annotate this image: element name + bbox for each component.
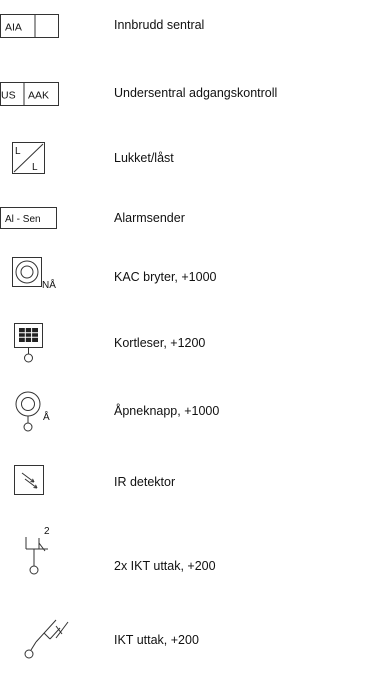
legend-row-ir-detektor: IR detektor [0, 465, 376, 499]
undersentral-symbol-text-left: US [1, 90, 16, 102]
2x-ikt-uttak-label: 2x IKT uttak, +200 [114, 559, 216, 573]
lukket-last-symbol-text-top: L [15, 146, 21, 157]
ir-detektor-label: IR detektor [114, 475, 176, 489]
legend-row-innbrudd-sentral: AIA Innbrudd sentral [0, 8, 376, 44]
legend-row-alarmsender: Al - Sen Alarmsender [0, 206, 376, 236]
legend-row-ikt-uttak: IKT uttak, +200 [0, 610, 376, 666]
kortleser-label: Kortleser, +1200 [114, 336, 206, 350]
ikt-uttak-label: IKT uttak, +200 [114, 633, 199, 647]
innbrudd-sentral-symbol-text: AIA [5, 22, 22, 34]
ikt-uttak-symbol [24, 619, 69, 659]
2x-ikt-uttak-symbol-text: 2 [44, 526, 50, 537]
lukket-last-label: Lukket/låst [114, 151, 174, 165]
apneknapp-symbol: Å [15, 391, 50, 432]
legend-row-2x-ikt-uttak: 2 2x IKT uttak, +200 [0, 523, 376, 583]
2x-ikt-uttak-symbol: 2 [25, 526, 50, 575]
kac-bryter-symbol: NÅ [12, 257, 56, 291]
innbrudd-sentral-symbol: AIA [0, 14, 59, 38]
legend-row-kac-bryter: NÅ KAC bryter, +1000 [0, 257, 376, 293]
apneknapp-symbol-text: Å [43, 410, 50, 423]
apneknapp-label: Åpneknapp, +1000 [114, 404, 220, 418]
ir-detektor-symbol [14, 465, 44, 495]
undersentral-label: Undersentral adgangskontroll [114, 86, 278, 100]
lukket-last-symbol: L L [12, 142, 45, 174]
legend-row-undersentral: US AAK Undersentral adgangskontroll [0, 76, 376, 112]
lukket-last-symbol-text-bottom: L [32, 162, 38, 173]
legend-row-lukket-last: L L Lukket/låst [0, 140, 376, 180]
innbrudd-sentral-label: Innbrudd sentral [114, 18, 205, 32]
legend-row-kortleser: Kortleser, +1200 [0, 320, 376, 368]
kortleser-symbol [14, 323, 43, 363]
undersentral-symbol: US AAK [0, 82, 59, 106]
legend-row-apneknapp: Å Åpneknapp, +1000 [0, 390, 376, 436]
undersentral-symbol-text-right: AAK [28, 90, 49, 102]
kac-bryter-symbol-text: NÅ [42, 278, 56, 291]
alarmsender-symbol: Al - Sen [0, 207, 57, 229]
kac-bryter-label: KAC bryter, +1000 [114, 270, 217, 284]
alarmsender-symbol-text: Al - Sen [5, 214, 41, 225]
alarmsender-label: Alarmsender [114, 211, 185, 225]
